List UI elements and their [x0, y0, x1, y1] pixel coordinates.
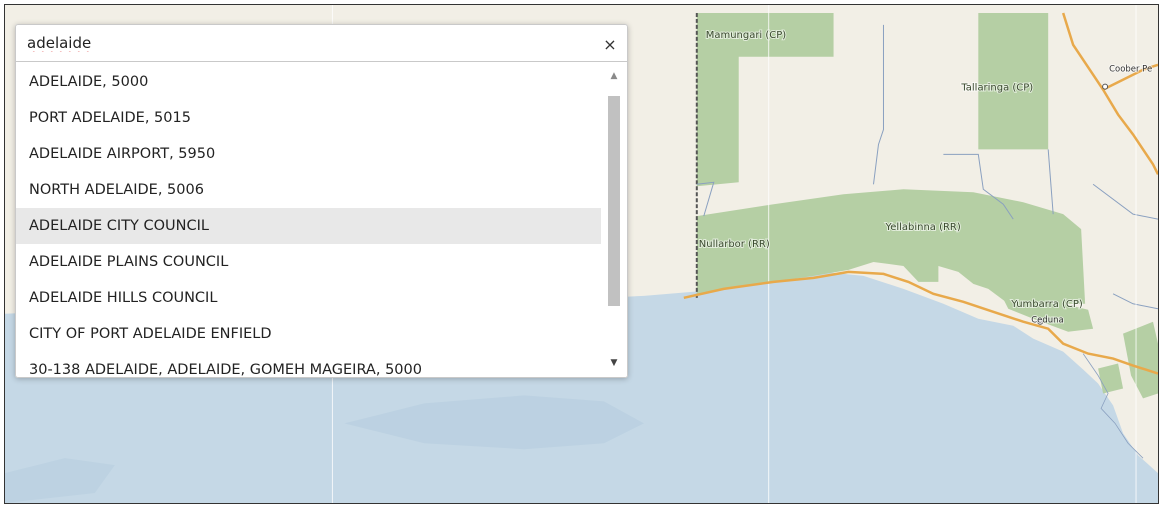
search-result-item[interactable]: NORTH ADELAIDE, 5006: [16, 172, 601, 208]
search-result-item[interactable]: PORT ADELAIDE, 5015: [16, 100, 601, 136]
search-result-item[interactable]: CITY OF PORT ADELAIDE ENFIELD: [16, 316, 601, 352]
label-yumbarra: Yumbarra (CP): [1010, 299, 1083, 310]
search-input[interactable]: [16, 25, 627, 61]
label-tallaringa: Tallaringa (CP): [960, 83, 1033, 94]
label-nullarbor: Nullarbor (RR): [699, 239, 770, 250]
clear-search-icon[interactable]: ×: [599, 33, 621, 55]
results-scrollbar[interactable]: ▲ ▼: [601, 62, 627, 377]
label-coober-pedy: Coober Pe: [1109, 64, 1152, 74]
search-box: ×: [15, 24, 628, 62]
scroll-down-icon[interactable]: ▼: [601, 357, 627, 369]
scroll-up-icon[interactable]: ▲: [601, 70, 627, 82]
location-search-widget: × ADELAIDE, 5000PORT ADELAIDE, 5015ADELA…: [15, 24, 628, 378]
coober-pedy-marker: [1102, 83, 1109, 90]
scroll-thumb[interactable]: [608, 96, 620, 306]
search-result-item[interactable]: 30-138 ADELAIDE, ADELAIDE, GOMEH MAGEIRA…: [16, 352, 601, 377]
search-results-dropdown[interactable]: ADELAIDE, 5000 PORT ADELAIDE, 5015 ADELAID…: [15, 62, 628, 378]
park-tallaringa: [978, 12, 1049, 150]
label-ceduna: Ceduna: [1031, 315, 1063, 325]
search-result-item[interactable]: ADELAIDE AIRPORT, 5950: [16, 136, 601, 172]
search-result-item[interactable]: ADELAIDE CITY COUNCIL: [16, 208, 601, 244]
label-yellabinna: Yellabinna (RR): [884, 222, 960, 233]
search-result-item[interactable]: ADELAIDE PLAINS COUNCIL: [16, 244, 601, 280]
label-mamungari: Mamungari (CP): [706, 30, 786, 41]
search-result-item[interactable]: ADELAIDE HILLS COUNCIL: [16, 280, 601, 316]
results-list: ADELAIDE, 5000 PORT ADELAIDE, 5015 ADELAID…: [16, 64, 601, 377]
search-result-item[interactable]: ADELAIDE, 5000: [16, 64, 601, 100]
